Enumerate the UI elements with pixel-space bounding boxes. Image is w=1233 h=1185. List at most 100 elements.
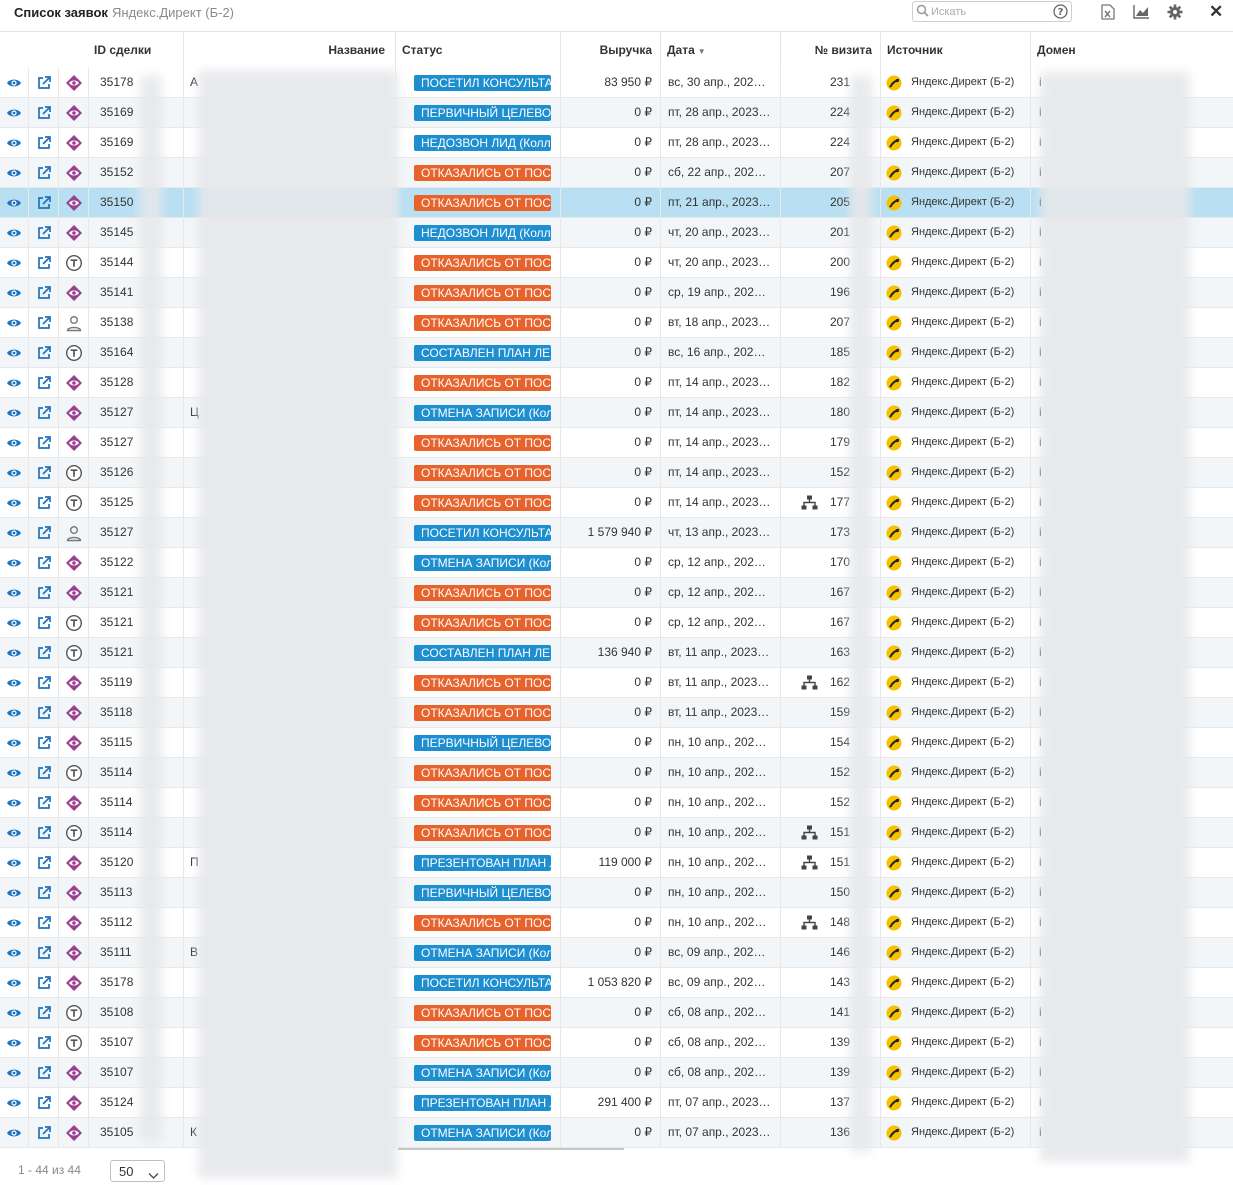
view-eye-icon[interactable]	[0, 938, 28, 967]
lead-icon[interactable]	[58, 698, 88, 727]
external-link-icon[interactable]	[28, 398, 58, 427]
external-link-icon[interactable]	[28, 518, 58, 547]
external-link-icon[interactable]	[28, 1088, 58, 1117]
status-badge[interactable]: ОТКАЗАЛИСЬ ОТ ПОСЕЩЕНИЯ	[414, 495, 551, 511]
call-icon[interactable]	[58, 758, 88, 787]
gear-icon[interactable]	[1167, 4, 1183, 20]
status-badge[interactable]: ОТКАЗАЛИСЬ ОТ ПОСЕЩЕНИЯ	[414, 825, 551, 841]
view-eye-icon[interactable]	[0, 398, 28, 427]
view-eye-icon[interactable]	[0, 848, 28, 877]
external-link-icon[interactable]	[28, 758, 58, 787]
lead-icon[interactable]	[58, 548, 88, 577]
lead-icon[interactable]	[58, 368, 88, 397]
external-link-icon[interactable]	[28, 818, 58, 847]
status-badge[interactable]: ПЕРВИЧНЫЙ ЦЕЛЕВОЙ	[414, 105, 551, 121]
status-badge[interactable]: ОТМЕНА ЗАПИСИ (Колл-центр)	[414, 1065, 551, 1081]
lead-icon[interactable]	[58, 1058, 88, 1087]
external-link-icon[interactable]	[28, 368, 58, 397]
external-link-icon[interactable]	[28, 458, 58, 487]
view-eye-icon[interactable]	[0, 758, 28, 787]
lead-icon[interactable]	[58, 68, 88, 97]
column-header-domain[interactable]: Домен	[1030, 32, 1233, 68]
external-link-icon[interactable]	[28, 1058, 58, 1087]
column-header-status[interactable]: Статус	[395, 32, 560, 68]
external-link-icon[interactable]	[28, 698, 58, 727]
external-link-icon[interactable]	[28, 128, 58, 157]
view-eye-icon[interactable]	[0, 968, 28, 997]
lead-icon[interactable]	[58, 218, 88, 247]
external-link-icon[interactable]	[28, 548, 58, 577]
lead-icon[interactable]	[58, 728, 88, 757]
view-eye-icon[interactable]	[0, 608, 28, 637]
column-header-visit[interactable]: № визита	[780, 32, 880, 68]
call-icon[interactable]	[58, 638, 88, 667]
call-icon[interactable]	[58, 1028, 88, 1057]
status-badge[interactable]: ОТКАЗАЛИСЬ ОТ ПОСЕЩЕНИЯ	[414, 195, 551, 211]
external-link-icon[interactable]	[28, 848, 58, 877]
view-eye-icon[interactable]	[0, 218, 28, 247]
page-size-select[interactable]: 50	[110, 1160, 165, 1182]
call-icon[interactable]	[58, 488, 88, 517]
lead-icon[interactable]	[58, 188, 88, 217]
status-badge[interactable]: ОТКАЗАЛИСЬ ОТ ПОСЕЩЕНИЯ	[414, 435, 551, 451]
lead-icon[interactable]	[58, 968, 88, 997]
external-link-icon[interactable]	[28, 308, 58, 337]
view-eye-icon[interactable]	[0, 248, 28, 277]
status-badge[interactable]: ПОСЕТИЛ КОНСУЛЬТАЦИЮ	[414, 75, 551, 91]
status-badge[interactable]: ОТКАЗАЛИСЬ ОТ ПОСЕЩЕНИЯ	[414, 1005, 551, 1021]
column-header-date[interactable]: Дата ▼	[660, 32, 780, 68]
call-icon[interactable]	[58, 818, 88, 847]
status-badge[interactable]: ПЕРВИЧНЫЙ ЦЕЛЕВОЙ	[414, 885, 551, 901]
status-badge[interactable]: ОТМЕНА ЗАПИСИ (Колл-центр)	[414, 945, 551, 961]
status-badge[interactable]: ОТКАЗАЛИСЬ ОТ ПОСЕЩЕНИЯ	[414, 315, 551, 331]
user-icon[interactable]	[58, 518, 88, 547]
view-eye-icon[interactable]	[0, 518, 28, 547]
call-icon[interactable]	[58, 458, 88, 487]
view-eye-icon[interactable]	[0, 338, 28, 367]
status-badge[interactable]: ОТКАЗАЛИСЬ ОТ ПОСЕЩЕНИЯ	[414, 615, 551, 631]
view-eye-icon[interactable]	[0, 428, 28, 457]
search-box[interactable]: ?	[912, 1, 1072, 22]
status-badge[interactable]: ОТКАЗАЛИСЬ ОТ ПОСЕЩЕНИЯ	[414, 795, 551, 811]
status-badge[interactable]: ОТКАЗАЛИСЬ ОТ ПОСЕЩЕНИЯ	[414, 585, 551, 601]
view-eye-icon[interactable]	[0, 128, 28, 157]
external-link-icon[interactable]	[28, 1028, 58, 1057]
status-badge[interactable]: ОТКАЗАЛИСЬ ОТ ПОСЕЩЕНИЯ	[414, 165, 551, 181]
view-eye-icon[interactable]	[0, 1088, 28, 1117]
external-link-icon[interactable]	[28, 158, 58, 187]
status-badge[interactable]: ОТКАЗАЛИСЬ ОТ ПОСЕЩЕНИЯ	[414, 675, 551, 691]
status-badge[interactable]: ОТКАЗАЛИСЬ ОТ ПОСЕЩЕНИЯ	[414, 285, 551, 301]
hierarchy-icon[interactable]	[801, 825, 818, 843]
lead-icon[interactable]	[58, 278, 88, 307]
column-header-id[interactable]: ID сделки	[88, 32, 183, 68]
excel-export-icon[interactable]	[1101, 4, 1117, 20]
view-eye-icon[interactable]	[0, 788, 28, 817]
lead-icon[interactable]	[58, 128, 88, 157]
lead-icon[interactable]	[58, 848, 88, 877]
external-link-icon[interactable]	[28, 98, 58, 127]
status-badge[interactable]: ОТКАЗАЛИСЬ ОТ ПОСЕЩЕНИЯ	[414, 915, 551, 931]
view-eye-icon[interactable]	[0, 668, 28, 697]
external-link-icon[interactable]	[28, 488, 58, 517]
view-eye-icon[interactable]	[0, 368, 28, 397]
lead-icon[interactable]	[58, 398, 88, 427]
view-eye-icon[interactable]	[0, 908, 28, 937]
status-badge[interactable]: ОТКАЗАЛИСЬ ОТ ПОСЕЩЕНИЯ	[414, 765, 551, 781]
view-eye-icon[interactable]	[0, 458, 28, 487]
view-eye-icon[interactable]	[0, 158, 28, 187]
external-link-icon[interactable]	[28, 668, 58, 697]
view-eye-icon[interactable]	[0, 878, 28, 907]
external-link-icon[interactable]	[28, 908, 58, 937]
chart-icon[interactable]	[1133, 4, 1149, 20]
external-link-icon[interactable]	[28, 218, 58, 247]
status-badge[interactable]: НЕДОЗВОН ЛИД (Колл-центр)	[414, 135, 551, 151]
status-badge[interactable]: ОТКАЗАЛИСЬ ОТ ПОСЕЩЕНИЯ	[414, 1035, 551, 1051]
hierarchy-icon[interactable]	[801, 495, 818, 513]
column-header-revenue[interactable]: Выручка	[560, 32, 660, 68]
status-badge[interactable]: СОСТАВЛЕН ПЛАН ЛЕЧЕНИЯ	[414, 345, 551, 361]
sort-desc-icon[interactable]: ▼	[698, 47, 706, 56]
external-link-icon[interactable]	[28, 428, 58, 457]
lead-icon[interactable]	[58, 1088, 88, 1117]
status-badge[interactable]: ОТКАЗАЛИСЬ ОТ ПОСЕЩЕНИЯ	[414, 375, 551, 391]
external-link-icon[interactable]	[28, 878, 58, 907]
